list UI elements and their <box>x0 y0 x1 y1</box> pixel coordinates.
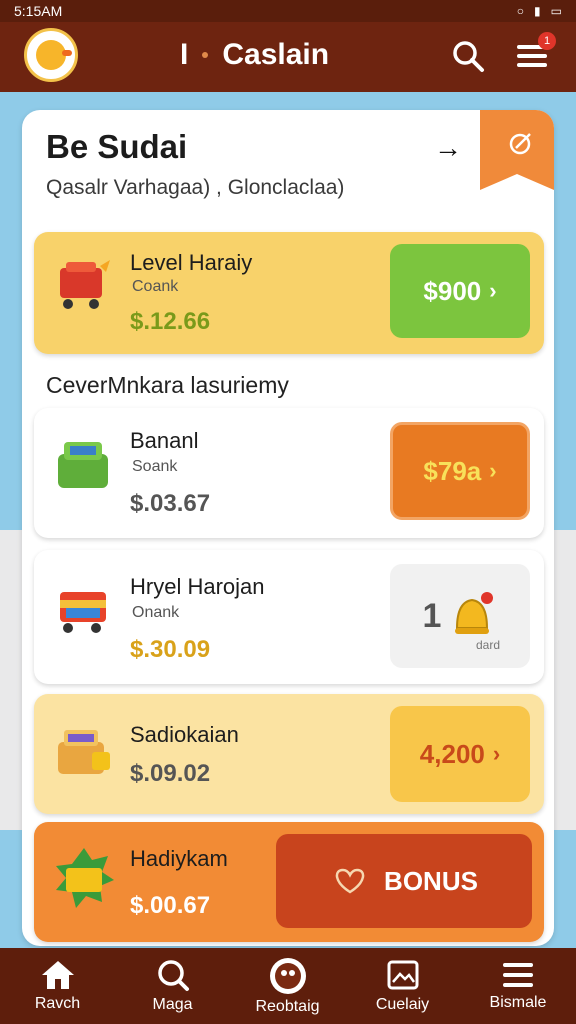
duck-icon <box>36 40 72 70</box>
app-header: I Caslain 1 <box>0 22 576 92</box>
page-title: I Caslain <box>180 38 329 72</box>
search-button[interactable] <box>450 38 486 74</box>
status-icons: ○ ▮ ▭ <box>517 4 562 18</box>
heart-icon <box>335 868 365 894</box>
gift-cart-icon <box>60 592 106 633</box>
battery-icon: ▭ <box>550 4 562 18</box>
buy-button[interactable]: $79a › <box>390 422 530 520</box>
title-dot <box>202 52 209 58</box>
item-name: Hryel Harojan <box>130 574 265 599</box>
buy-button-label: $900 <box>423 275 482 306</box>
list-item[interactable]: Hryel Harojan Onank $.30.09 1 dard <box>34 550 544 684</box>
nav-label: Bismale <box>489 994 547 1011</box>
app-logo[interactable] <box>24 28 78 82</box>
chevron-right-icon: › <box>489 278 497 303</box>
nav-label: Maga <box>152 996 193 1013</box>
nav-item-maga[interactable]: Maga <box>115 948 230 1024</box>
item-sub: Soank <box>132 458 178 475</box>
bonus-button-label: BONUS <box>384 865 478 896</box>
chevron-right-icon: › <box>492 741 501 766</box>
item-price: $.09.02 <box>130 760 211 787</box>
nav-item-ravch[interactable]: Ravch <box>0 948 115 1024</box>
nav-item-cuelaiy[interactable]: Cuelaiy <box>345 948 460 1024</box>
item-name: Level Haraiy <box>130 250 253 275</box>
buy-button[interactable]: $900 › <box>390 244 530 338</box>
buy-button-label: 4,200 <box>419 738 485 769</box>
list-item[interactable]: Sadiokaian $.09.02 4,200 › <box>34 694 544 814</box>
home-icon <box>41 961 74 989</box>
character-icon <box>269 958 306 994</box>
list-item[interactable]: Bananl Soank $.03.67 $79a › <box>34 408 544 538</box>
item-price: $.12.66 <box>130 308 211 335</box>
cart-icon <box>60 260 110 309</box>
arrow-right-icon[interactable]: → <box>434 132 462 164</box>
item-name: Bananl <box>130 428 199 453</box>
panel-title: Be Sudai <box>46 128 188 165</box>
gift-tag-icon <box>509 133 531 155</box>
featured-card[interactable]: Level Haraiy Coank $.12.66 $900 › <box>34 232 544 354</box>
nav-label: Cuelaiy <box>375 996 430 1013</box>
wifi-icon: ○ <box>516 4 525 18</box>
nav-label: Ravch <box>34 995 81 1012</box>
gallery-icon <box>387 960 418 990</box>
section-label: CeverMnkara lasuriemy <box>46 372 289 398</box>
notification-badge: 1 <box>538 32 556 50</box>
panel-subtitle: Qasalr Varhagaa) , Glonclaclaa) <box>46 176 345 199</box>
status-bar: 5:15AM ○ ▮ ▭ <box>0 0 576 22</box>
status-time: 5:15AM <box>14 3 63 19</box>
bell-icon <box>455 592 494 634</box>
chevron-right-icon: › <box>489 458 497 483</box>
nav-item-bismale[interactable]: Bismale <box>460 948 576 1024</box>
item-price: $.30.09 <box>130 636 211 663</box>
menu-button[interactable]: 1 <box>514 32 556 74</box>
title-prefix: I <box>180 38 189 71</box>
bonus-card[interactable]: Hadiykam $.00.67 BONUS <box>34 822 544 942</box>
item-price: $.00.67 <box>130 892 211 919</box>
bottom-nav: Ravch Maga Reobtaig Cuelaiy Bismale <box>0 948 576 1024</box>
signal-icon: ▮ <box>534 4 541 18</box>
nav-item-reobtaig[interactable]: Reobtaig <box>230 948 345 1024</box>
nav-label: Reobtaig <box>255 998 320 1015</box>
item-sub: Onank <box>132 604 180 621</box>
buy-button[interactable]: 4,200 › <box>390 706 530 802</box>
item-price: $.03.67 <box>130 490 211 517</box>
bonus-button[interactable]: BONUS <box>276 834 532 928</box>
buy-button-label: $79a <box>423 455 482 486</box>
reward-count: 1 <box>422 596 442 635</box>
item-sub: Coank <box>132 278 179 295</box>
register-icon <box>58 442 108 488</box>
reward-caption: dard <box>476 638 501 652</box>
bonus-box-icon <box>56 848 114 908</box>
menu-icon <box>503 963 533 987</box>
item-name: Hadiykam <box>130 846 228 871</box>
reward-button[interactable]: 1 dard <box>390 564 530 668</box>
title-text: Caslain <box>222 38 330 71</box>
search-icon <box>453 41 484 72</box>
item-name: Sadiokaian <box>130 722 239 747</box>
register-gold-icon <box>58 730 110 774</box>
magnifier-icon <box>157 960 189 991</box>
